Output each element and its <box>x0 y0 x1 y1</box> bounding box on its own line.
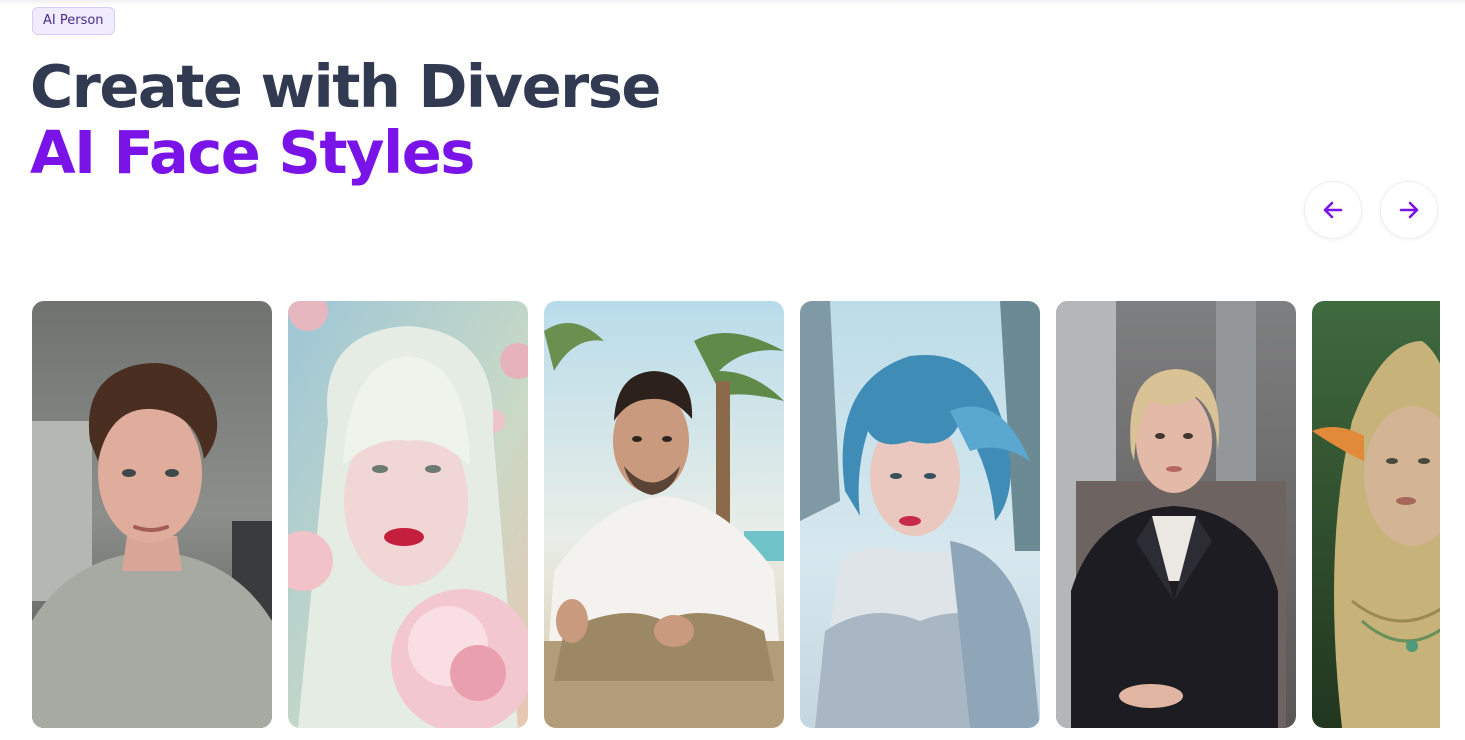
face-style-carousel[interactable] <box>32 301 1440 728</box>
category-badge: AI Person <box>32 7 115 35</box>
style-card-blonde-woman-blazer[interactable] <box>1056 301 1296 728</box>
section-heading: Create with Diverse AI Face Styles <box>30 52 661 187</box>
carousel-prev-button[interactable] <box>1304 181 1362 239</box>
portrait-image <box>800 301 1040 728</box>
top-divider <box>0 0 1465 6</box>
style-card-blue-haired-woman[interactable] <box>800 301 1040 728</box>
arrow-left-icon <box>1323 201 1343 219</box>
style-card-beach-man[interactable] <box>544 301 784 728</box>
portrait-image <box>1056 301 1296 728</box>
heading-line-1: Create with Diverse <box>30 52 661 121</box>
arrow-right-icon <box>1399 201 1419 219</box>
heading-line-2-highlight: AI Face Styles <box>30 118 475 187</box>
style-card-white-haired-woman[interactable] <box>288 301 528 728</box>
portrait-image <box>1312 301 1440 728</box>
carousel-next-button[interactable] <box>1380 181 1438 239</box>
style-card-forest-elf[interactable] <box>1312 301 1440 728</box>
portrait-image <box>544 301 784 728</box>
style-card-curly-haired-man[interactable] <box>32 301 272 728</box>
portrait-image <box>32 301 272 728</box>
portrait-image <box>288 301 528 728</box>
